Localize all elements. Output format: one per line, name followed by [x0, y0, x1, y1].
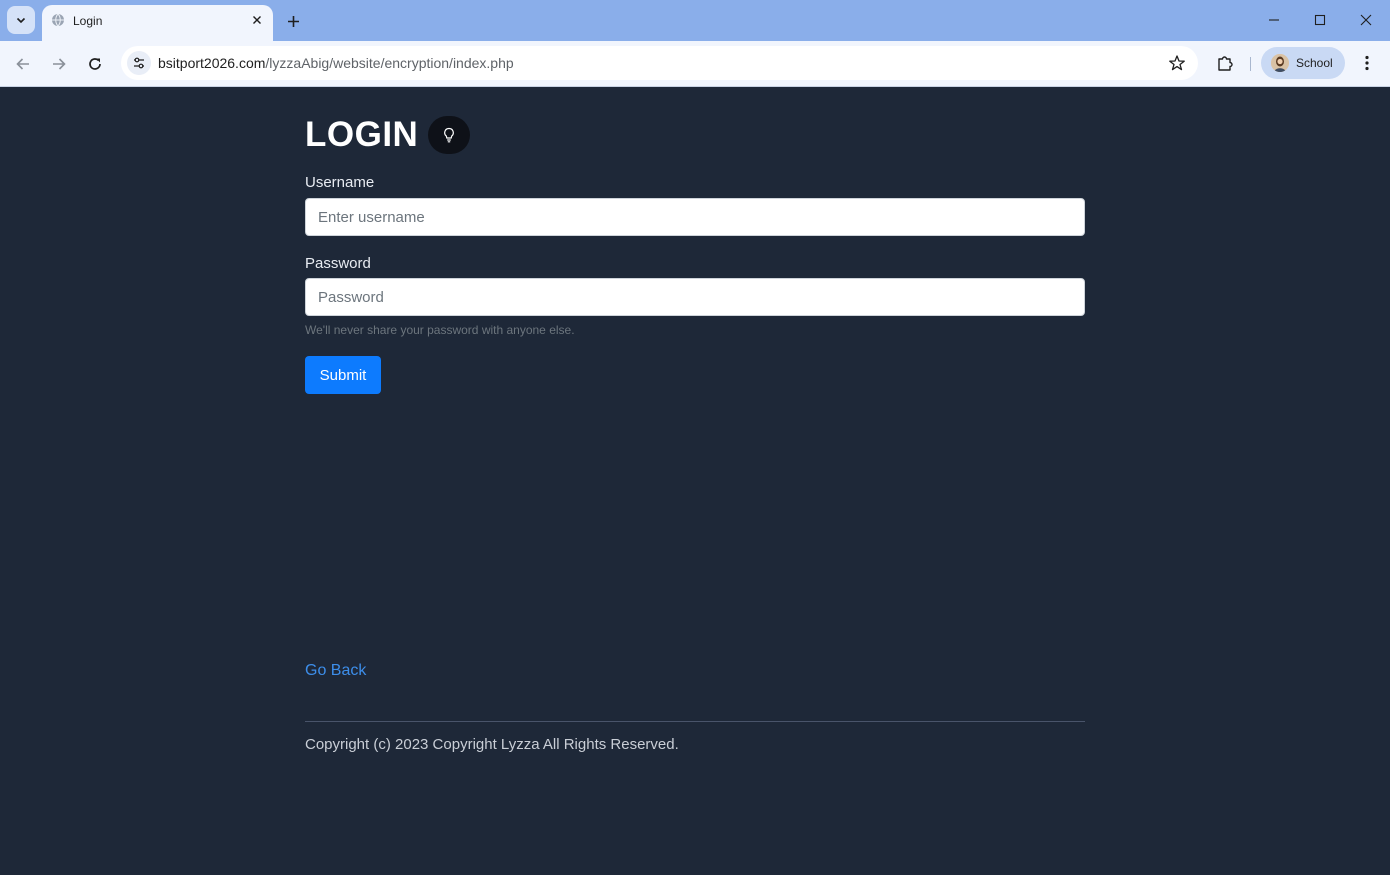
globe-icon [52, 13, 64, 27]
tab-title: Login [73, 14, 103, 28]
avatar [1271, 54, 1289, 72]
browser-tab-strip: Login [0, 0, 1390, 41]
lightbulb-icon [444, 127, 455, 143]
maximize-button[interactable] [1305, 6, 1335, 34]
forward-button[interactable] [45, 50, 73, 78]
browser-toolbar: bsitport2026.com/lyzzaAbig/website/encry… [0, 41, 1390, 87]
url-path: /lyzzaAbig/website/encryption/index.php [265, 55, 514, 71]
browser-menu-button[interactable] [1355, 50, 1379, 76]
arrow-left-icon [16, 58, 29, 70]
profile-button[interactable]: School [1261, 47, 1345, 79]
footer-divider [305, 721, 1085, 722]
username-input[interactable] [305, 198, 1085, 236]
copyright-text: Copyright (c) 2023 Copyright Lyzza All R… [305, 736, 679, 753]
profile-name: School [1296, 56, 1333, 70]
reload-icon [89, 58, 101, 70]
bookmark-star-icon[interactable] [1168, 54, 1186, 72]
username-label: Username [305, 174, 375, 191]
site-info-button[interactable] [127, 51, 151, 75]
theme-toggle-button[interactable] [428, 116, 471, 154]
back-button[interactable] [9, 50, 37, 78]
toolbar-separator [1250, 57, 1251, 71]
new-tab-button[interactable] [282, 10, 304, 32]
tune-icon [134, 57, 144, 69]
reload-button[interactable] [81, 50, 109, 78]
tab-search-button[interactable] [7, 6, 35, 34]
submit-button[interactable]: Submit [305, 356, 381, 394]
minimize-icon [1269, 19, 1279, 21]
url-text: bsitport2026.com/lyzzaAbig/website/encry… [158, 55, 514, 71]
close-icon [1360, 14, 1372, 26]
title-row: LOGIN [305, 113, 471, 157]
password-input[interactable] [305, 278, 1085, 316]
browser-tab[interactable]: Login [42, 5, 273, 41]
page-title: LOGIN [305, 115, 419, 154]
chevron-down-icon [16, 17, 26, 24]
minimize-button[interactable] [1259, 6, 1289, 34]
maximize-icon [1314, 14, 1326, 26]
puzzle-icon [1218, 56, 1233, 71]
close-icon [253, 16, 261, 24]
go-back-link[interactable]: Go Back [305, 662, 366, 680]
password-label: Password [305, 255, 371, 272]
plus-icon [287, 15, 299, 27]
tab-close-button[interactable] [249, 12, 265, 28]
extensions-button[interactable] [1212, 50, 1238, 76]
password-help-text: We'll never share your password with any… [305, 323, 575, 337]
page-body: LOGIN Username Password We'll never shar… [0, 87, 1390, 875]
more-vertical-icon [1365, 55, 1369, 71]
close-window-button[interactable] [1351, 6, 1381, 34]
avatar-icon [1271, 54, 1289, 72]
url-host: bsitport2026.com [158, 55, 266, 71]
address-bar[interactable]: bsitport2026.com/lyzzaAbig/website/encry… [121, 46, 1198, 80]
arrow-right-icon [53, 58, 66, 70]
